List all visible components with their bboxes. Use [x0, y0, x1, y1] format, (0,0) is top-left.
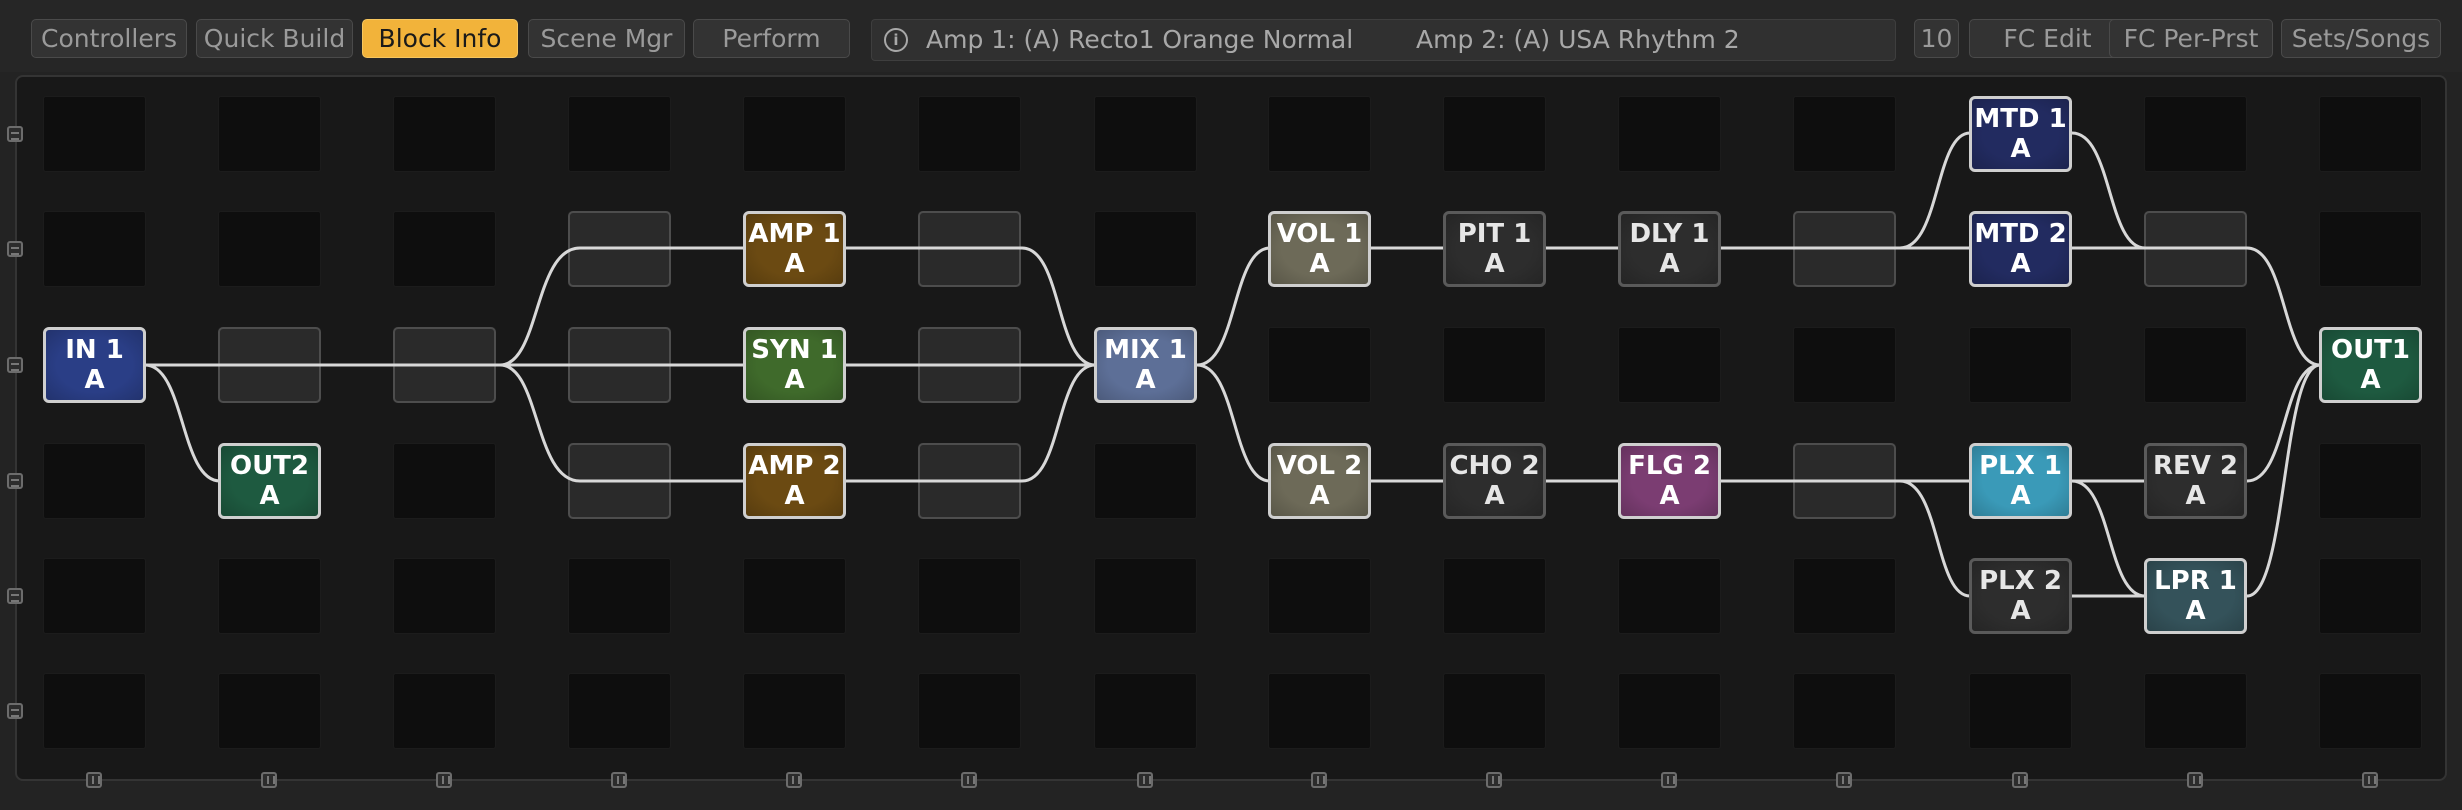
block-in1-channel: A — [84, 365, 105, 395]
column-handle[interactable] — [961, 772, 977, 788]
block-in1-name: IN 1 — [65, 335, 124, 365]
cable-mtd1-merge — [2070, 131, 2147, 250]
block-flg2-channel: A — [1659, 481, 1680, 511]
block-rev2-channel: A — [2185, 481, 2206, 511]
block-out2-channel: A — [259, 481, 280, 511]
block-pit1[interactable]: PIT 1A — [1443, 211, 1546, 287]
block-vol1-channel: A — [1309, 249, 1330, 279]
block-vol2[interactable]: VOL 2A — [1268, 443, 1371, 519]
block-syn1[interactable]: SYN 1A — [743, 327, 846, 403]
block-cho2-name: CHO 2 — [1449, 451, 1540, 481]
block-mtd1-channel: A — [2010, 134, 2031, 164]
row-handle[interactable] — [7, 703, 23, 719]
column-handle[interactable] — [2187, 772, 2203, 788]
block-out1[interactable]: OUT1 A — [2319, 327, 2422, 403]
row-handle[interactable] — [7, 473, 23, 489]
block-vol2-name: VOL 2 — [1276, 451, 1363, 481]
cable-split-mtd1 — [1898, 131, 1972, 250]
block-cho2[interactable]: CHO 2A — [1443, 443, 1546, 519]
block-lpr1-channel: A — [2185, 596, 2206, 626]
block-flg2[interactable]: FLG 2A — [1618, 443, 1721, 519]
block-mtd1-name: MTD 1 — [1974, 104, 2067, 134]
block-mtd2-channel: A — [2010, 249, 2031, 279]
column-handle[interactable] — [611, 772, 627, 788]
block-plx1-name: PLX 1 — [1979, 451, 2062, 481]
row-handle[interactable] — [7, 588, 23, 604]
block-out1-name: OUT1 — [2330, 335, 2411, 365]
row-handle[interactable] — [7, 241, 23, 257]
block-syn1-channel: A — [784, 365, 805, 395]
block-dly1-channel: A — [1659, 249, 1680, 279]
block-mtd1[interactable]: MTD 1A — [1969, 96, 2072, 172]
block-vol1[interactable]: VOL 1A — [1268, 211, 1371, 287]
block-amp1-name: AMP 1 — [748, 219, 841, 249]
block-cho2-channel: A — [1484, 481, 1505, 511]
column-handle[interactable] — [1661, 772, 1677, 788]
block-mix1-name: MIX 1 — [1104, 335, 1187, 365]
cable-lpr1-out1 — [2245, 363, 2322, 598]
block-amp2-channel: A — [784, 481, 805, 511]
block-syn1-name: SYN 1 — [751, 335, 838, 365]
column-handle[interactable] — [86, 772, 102, 788]
block-pit1-channel: A — [1484, 249, 1505, 279]
cable-layer — [143, 131, 2322, 598]
column-handle[interactable] — [1486, 772, 1502, 788]
column-handle[interactable] — [2362, 772, 2378, 788]
block-vol1-name: VOL 1 — [1276, 219, 1363, 249]
block-mtd2-name: MTD 2 — [1974, 219, 2067, 249]
column-handle[interactable] — [786, 772, 802, 788]
column-handle[interactable] — [436, 772, 452, 788]
block-pit1-name: PIT 1 — [1457, 219, 1532, 249]
column-handle[interactable] — [1836, 772, 1852, 788]
block-vol2-channel: A — [1309, 481, 1330, 511]
block-rev2-name: REV 2 — [2152, 451, 2239, 481]
block-amp2-name: AMP 2 — [748, 451, 841, 481]
block-amp1[interactable]: AMP 1A — [743, 211, 846, 287]
block-mtd2[interactable]: MTD 2A — [1969, 211, 2072, 287]
block-out2[interactable]: OUT2 A — [218, 443, 321, 519]
block-plx1-channel: A — [2010, 481, 2031, 511]
column-handle[interactable] — [1311, 772, 1327, 788]
column-handle[interactable] — [261, 772, 277, 788]
row-handle[interactable] — [7, 126, 23, 142]
block-mix1-channel: A — [1135, 365, 1156, 395]
block-plx2-name: PLX 2 — [1979, 566, 2062, 596]
block-lpr1[interactable]: LPR 1A — [2144, 558, 2247, 634]
block-in1[interactable]: IN 1A — [43, 327, 146, 403]
column-handle[interactable] — [1137, 772, 1153, 788]
column-handle[interactable] — [2012, 772, 2028, 788]
block-out1-channel: A — [2360, 365, 2381, 395]
block-lpr1-name: LPR 1 — [2154, 566, 2237, 596]
block-plx1[interactable]: PLX 1A — [1969, 443, 2072, 519]
block-plx2[interactable]: PLX 2A — [1969, 558, 2072, 634]
block-plx2-channel: A — [2010, 596, 2031, 626]
cable-mtd2-out1 — [2070, 246, 2322, 367]
block-mix1[interactable]: MIX 1A — [1094, 327, 1197, 403]
cable-rev2-out1 — [2245, 363, 2322, 483]
block-flg2-name: FLG 2 — [1628, 451, 1711, 481]
row-handle[interactable] — [7, 357, 23, 373]
block-amp1-channel: A — [784, 249, 805, 279]
block-amp2[interactable]: AMP 2A — [743, 443, 846, 519]
block-dly1-name: DLY 1 — [1629, 219, 1710, 249]
block-out2-name: OUT2 — [229, 451, 310, 481]
block-rev2[interactable]: REV 2A — [2144, 443, 2247, 519]
cable-plx1-lpr1 — [2070, 479, 2147, 598]
block-dly1[interactable]: DLY 1A — [1618, 211, 1721, 287]
cable-in1-out2 — [143, 363, 222, 483]
